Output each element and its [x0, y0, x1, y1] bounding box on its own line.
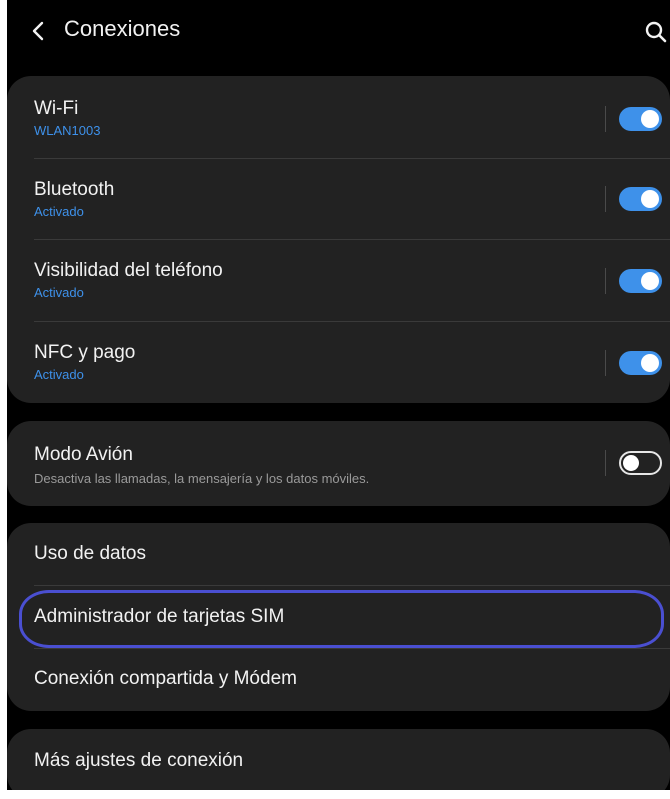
data-usage-label: Uso de datos	[34, 543, 146, 564]
nfc-status: Activado	[34, 367, 84, 382]
page-title: Conexiones	[64, 16, 181, 41]
more-connection-settings-row[interactable]: Más ajustes de conexión	[7, 729, 670, 790]
bluetooth-toggle[interactable]	[619, 187, 662, 211]
divider	[605, 268, 606, 294]
phone-visibility-status: Activado	[34, 285, 84, 300]
connections-card: Wi-Fi WLAN1003 Bluetooth Activado Visibi…	[7, 76, 670, 403]
airplane-mode-toggle[interactable]	[619, 451, 662, 475]
search-icon[interactable]	[642, 14, 670, 48]
bluetooth-row[interactable]: Bluetooth Activado	[7, 158, 670, 239]
wifi-network-name: WLAN1003	[34, 123, 101, 138]
more-connection-settings-label: Más ajustes de conexión	[34, 750, 244, 771]
airplane-mode-row[interactable]: Modo Avión Desactiva las llamadas, la me…	[7, 421, 670, 506]
airplane-card: Modo Avión Desactiva las llamadas, la me…	[7, 421, 670, 506]
nfc-label: NFC y pago	[34, 342, 136, 363]
divider	[605, 350, 606, 376]
sim-manager-row[interactable]: Administrador de tarjetas SIM	[7, 585, 670, 648]
phone-visibility-row[interactable]: Visibilidad del teléfono Activado	[7, 239, 670, 321]
airplane-mode-label: Modo Avión	[34, 444, 133, 465]
divider	[605, 450, 606, 476]
nfc-toggle[interactable]	[619, 351, 662, 375]
tethering-row[interactable]: Conexión compartida y Módem	[7, 648, 670, 711]
phone-visibility-label: Visibilidad del teléfono	[34, 260, 223, 281]
sim-manager-label: Administrador de tarjetas SIM	[34, 606, 285, 627]
divider	[605, 106, 606, 132]
phone-visibility-toggle[interactable]	[619, 269, 662, 293]
data-card: Uso de datos Administrador de tarjetas S…	[7, 523, 670, 711]
top-bar: Conexiones	[7, 0, 670, 62]
more-settings-card: Más ajustes de conexión	[7, 729, 670, 790]
data-usage-row[interactable]: Uso de datos	[7, 523, 670, 585]
wifi-toggle[interactable]	[619, 107, 662, 131]
wifi-row[interactable]: Wi-Fi WLAN1003	[7, 76, 670, 158]
settings-screen: Conexiones Wi-Fi WLAN1003 Bluetooth Acti…	[7, 0, 670, 790]
divider	[605, 186, 606, 212]
airplane-mode-description: Desactiva las llamadas, la mensajería y …	[34, 471, 370, 486]
nfc-row[interactable]: NFC y pago Activado	[7, 321, 670, 403]
bluetooth-label: Bluetooth	[34, 179, 115, 200]
chevron-left-icon[interactable]	[25, 14, 53, 48]
bluetooth-status: Activado	[34, 204, 84, 219]
wifi-label: Wi-Fi	[34, 98, 79, 119]
tethering-label: Conexión compartida y Módem	[34, 668, 297, 689]
